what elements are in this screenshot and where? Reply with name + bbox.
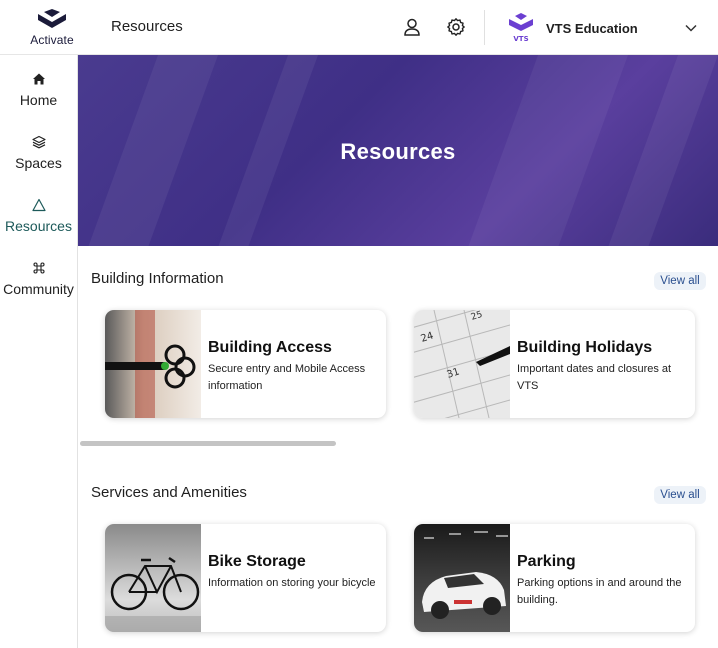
vts-logo-icon: VTS [509, 13, 533, 43]
command-icon [32, 262, 45, 274]
card-building-access[interactable]: Building Access Secure entry and Mobile … [105, 310, 386, 418]
sidebar-item-home[interactable]: Home [0, 72, 77, 122]
section-title-services-amenities: Services and Amenities [91, 484, 247, 501]
sidebar-item-spaces[interactable]: Spaces [0, 135, 77, 185]
sidebar-item-label: Spaces [15, 155, 62, 171]
calendar-photo: 24 25 31 [414, 310, 510, 418]
section-title-building-information: Building Information [91, 270, 224, 287]
activate-logo[interactable]: Activate [0, 0, 104, 55]
logo-text: Activate [30, 32, 74, 47]
profile-button[interactable] [399, 14, 425, 40]
sidebar: Home Spaces Resources Community [0, 55, 78, 648]
svg-text:VTS: VTS [513, 35, 528, 43]
horizontal-scrollbar[interactable] [80, 441, 336, 446]
hero-banner: Resources [78, 55, 718, 246]
sidebar-item-label: Resources [5, 218, 72, 234]
card-title: Building Access [208, 339, 332, 356]
sidebar-item-label: Home [19, 92, 58, 108]
keys-photo [105, 310, 201, 418]
card-description: Secure entry and Mobile Access informati… [208, 363, 366, 392]
card-parking[interactable]: Parking Parking options in and around th… [414, 524, 695, 632]
card-description: Parking options in and around the buildi… [517, 577, 682, 606]
car-photo [414, 524, 510, 632]
sidebar-item-label: Community [3, 281, 74, 297]
card-description: Important dates and closures at VTS [517, 363, 672, 392]
card-title: Bike Storage [208, 553, 306, 570]
sidebar-item-community[interactable]: Community [0, 261, 77, 311]
top-bar: Activate Resources VTS VTS Education [0, 0, 718, 55]
org-name: VTS Education [546, 20, 638, 36]
view-all-building-information[interactable]: View all [654, 272, 706, 290]
card-bike-storage[interactable]: Bike Storage Information on storing your… [105, 524, 386, 632]
triangle-icon [31, 198, 46, 212]
header-divider [484, 10, 485, 45]
chevron-down-icon [685, 24, 697, 32]
bicycle-photo [105, 524, 201, 632]
view-all-services-amenities[interactable]: View all [654, 486, 706, 504]
gear-icon [447, 18, 465, 36]
home-icon [32, 73, 45, 85]
card-description: Information on storing your bicycle [208, 577, 376, 589]
card-building-holidays[interactable]: 24 25 31 Building Holidays Important dat… [414, 310, 695, 418]
activate-logo-icon [38, 8, 66, 28]
user-icon [404, 18, 420, 36]
card-title: Parking [517, 553, 576, 570]
card-title: Building Holidays [517, 339, 653, 356]
org-switcher[interactable]: VTS VTS Education [506, 12, 698, 44]
sidebar-item-resources[interactable]: Resources [0, 198, 77, 248]
settings-button[interactable] [443, 14, 469, 40]
page-title: Resources [111, 18, 183, 35]
layers-icon [31, 135, 46, 149]
hero-title: Resources [340, 139, 456, 164]
